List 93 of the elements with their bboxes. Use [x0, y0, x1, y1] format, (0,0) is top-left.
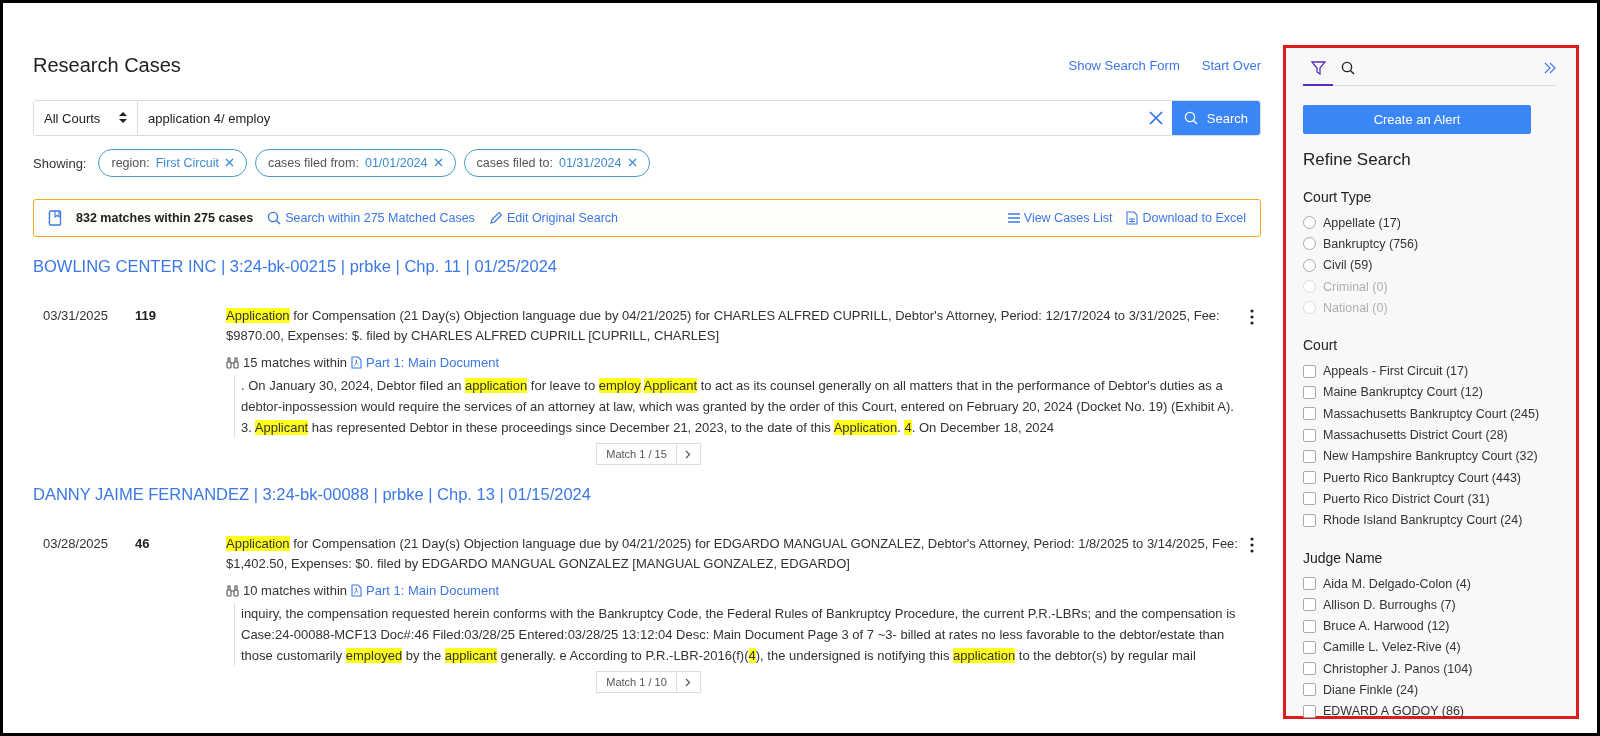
court-select[interactable]: All Courts [34, 101, 138, 135]
option-label: Maine Bankruptcy Court (12) [1323, 385, 1483, 400]
checkbox[interactable] [1303, 471, 1316, 485]
action-link[interactable]: View Cases List [1007, 211, 1113, 225]
search-icon [267, 211, 282, 225]
option-label: Appeals - First Circuit (17) [1323, 364, 1469, 379]
header-link[interactable]: Show Search Form [1068, 57, 1180, 73]
option-label: Puerto Rico District Court (31) [1323, 491, 1490, 506]
checkbox[interactable] [1303, 619, 1316, 633]
option-label: Diane Finkle (24) [1323, 683, 1419, 697]
case-title-link[interactable]: DANNY JAIME FERNANDEZ | 3:24-bk-00088 | prbke | Chp. 13 | 01/15/2024 [33, 475, 591, 512]
checkbox[interactable] [1303, 640, 1316, 654]
checkbox[interactable] [1303, 492, 1316, 506]
search-icon [1341, 60, 1355, 75]
option-label: Rhode Island Bankruptcy Court (24) [1323, 513, 1523, 528]
match-pager: Match 1 / 15 [596, 443, 677, 465]
option-label: Criminal (0) [1323, 279, 1388, 294]
checkbox[interactable] [1303, 449, 1316, 463]
action-link[interactable]: Search within 275 Matched Cases [267, 211, 475, 225]
document-link[interactable]: Part 1: Main Document [351, 355, 499, 370]
action-link[interactable]: Download to Excel [1126, 211, 1246, 225]
option-label: Christopher J. Panos (104) [1323, 661, 1473, 676]
option-label: Puerto Rico Bankruptcy Court (443) [1323, 470, 1521, 485]
remove-icon[interactable] [224, 158, 234, 167]
checkbox[interactable] [1303, 364, 1316, 378]
option-label: Appellate (17) [1323, 215, 1401, 230]
checkbox[interactable] [1303, 577, 1316, 590]
double-chevron-right-icon[interactable] [1544, 61, 1556, 74]
pdf-file-icon [351, 356, 363, 369]
docket-number: 46 [135, 535, 151, 553]
chevron-right-icon [685, 449, 692, 459]
entry-date: 03/31/2025 [42, 307, 110, 325]
filter-group-title: Court [1303, 337, 1339, 354]
match-count: 832 matches within 275 cases [76, 211, 254, 225]
entry-description: Application for Compensation (21 Day(s) Objection language due by 04/21/2025) for EDGARDO MANGUAL GONZALEZ, Debtor's Attorney, Period: 1/8/2025 to 3/14/2025, Fee: $1,402.50, Expenses: $0. filed by EDGARDO MANGUAL GONZALEZ [MANGUAL GONZALEZ, EDGARDO] [226, 535, 1239, 573]
option-label: Aida M. Delgado-Colon (4) [1323, 576, 1471, 591]
remove-icon[interactable] [433, 158, 443, 167]
remove-icon[interactable] [627, 158, 637, 167]
matches-count: 10 matches within [243, 583, 348, 598]
binoculars-icon [226, 584, 239, 597]
search-button[interactable]: Search [1171, 101, 1260, 135]
option-label: Bruce A. Harwood (12) [1323, 619, 1450, 634]
book-icon [48, 210, 62, 226]
checkbox[interactable] [1303, 385, 1316, 399]
option-label: National (0) [1323, 300, 1388, 315]
checkbox[interactable] [1303, 704, 1316, 718]
checkbox[interactable] [1303, 598, 1316, 612]
option-label: Civil (59) [1323, 258, 1373, 273]
binoculars-icon [226, 356, 239, 369]
header-link[interactable]: Start Over [1201, 57, 1261, 73]
pencil-icon [488, 211, 503, 225]
clear-icon[interactable] [1148, 111, 1163, 125]
checkbox[interactable] [1303, 683, 1316, 697]
match-pager: Match 1 / 10 [596, 671, 677, 693]
option-label: Massachusetts District Court (28) [1323, 428, 1508, 442]
option-label: Bankruptcy (756) [1323, 236, 1419, 251]
checkbox[interactable] [1303, 407, 1316, 421]
search-bar[interactable]: All Courts application 4/ employ Search [33, 100, 1261, 136]
create-alert-button[interactable]: Create an Alert [1303, 105, 1531, 134]
next-match-button[interactable] [676, 671, 701, 693]
document-link[interactable]: Part 1: Main Document [351, 583, 499, 598]
refine-heading: Refine Search [1303, 150, 1412, 170]
docket-number: 119 [135, 307, 157, 325]
radio-button[interactable] [1303, 258, 1316, 272]
next-match-button[interactable] [676, 443, 701, 465]
option-label: Camille L. Velez-Rive (4) [1323, 640, 1461, 655]
filters-label: Showing: [33, 155, 87, 171]
option-label: Massachusetts Bankruptcy Court (245) [1323, 406, 1540, 421]
filter-group-title: Court Type [1303, 189, 1373, 205]
entry-description: Application for Compensation (21 Day(s) Objection language due by 04/21/2025) for CHARLES ALFRED CUPRILL, Debtor's Attorney, Period: 12/17/2024 to 3/31/2025, Fee: $9870.00, Expenses: $. filed by CHARLES ALFRED CUPRILL [CUPRILL, CHARLES] [226, 307, 1221, 345]
action-link[interactable]: Edit Original Search [488, 211, 619, 225]
sort-caret-icon [119, 111, 127, 123]
radio-button[interactable] [1303, 216, 1316, 230]
checkbox[interactable] [1303, 662, 1316, 676]
matches-count: 15 matches within [243, 355, 348, 370]
chevron-right-icon [685, 677, 692, 687]
list-icon [1007, 212, 1020, 224]
page-title: Research Cases [33, 53, 182, 77]
filter-icon [1310, 60, 1326, 75]
search-icon [1183, 111, 1198, 125]
checkbox[interactable] [1303, 428, 1316, 442]
filter-group-title: Judge Name [1303, 549, 1384, 566]
checkbox[interactable] [1303, 513, 1316, 527]
pdf-file-icon [351, 584, 363, 597]
spreadsheet-file-icon [1126, 211, 1139, 225]
entry-date: 03/28/2025 [42, 535, 110, 553]
case-title-link[interactable]: BOWLING CENTER INC | 3:24-bk-00215 | prbke | Chp. 11 | 01/25/2024 [33, 247, 557, 284]
more-options-icon[interactable] [1249, 537, 1255, 553]
option-label: Allison D. Burroughs (7) [1323, 597, 1456, 612]
option-label: New Hampshire Bankruptcy Court (32) [1323, 449, 1538, 464]
radio-button[interactable] [1303, 237, 1316, 251]
more-options-icon[interactable] [1249, 309, 1255, 325]
option-label: EDWARD A GODOY (86) [1323, 704, 1464, 719]
